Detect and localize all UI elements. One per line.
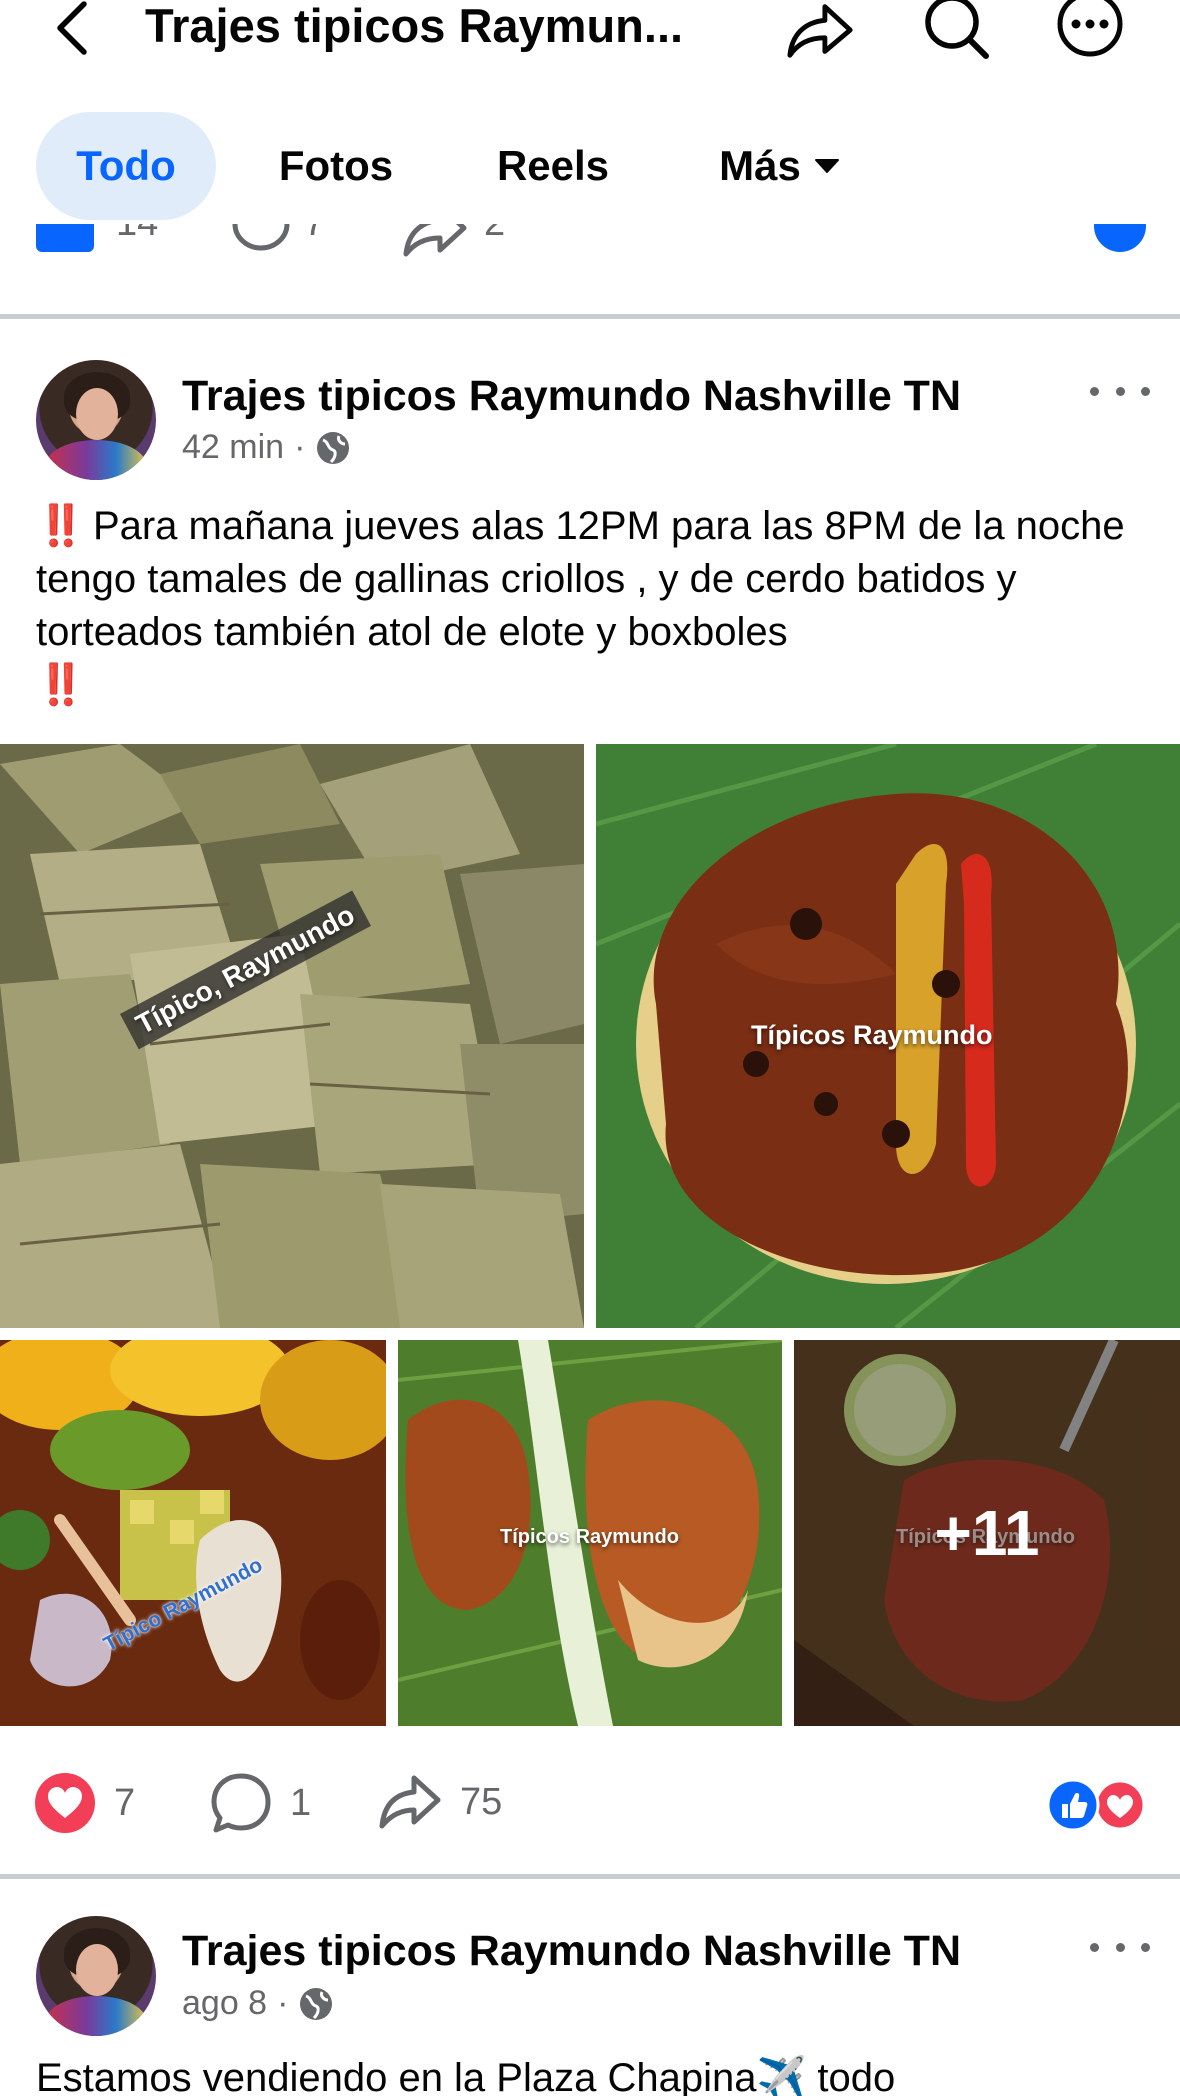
post-body: Para mañana jueves alas 12PM para las 8P… <box>36 504 1125 654</box>
previous-post-reaction-row: 14 7 2 <box>0 224 1180 316</box>
tab-label: Más <box>719 142 801 189</box>
comment-count: 1 <box>290 1781 312 1824</box>
tab-fotos[interactable]: Fotos <box>248 112 424 220</box>
comment-button[interactable]: 1 <box>210 1772 311 1834</box>
reaction-summary[interactable] <box>1046 1778 1146 1832</box>
love-count: 7 <box>114 1781 136 1824</box>
profile-tabs: Todo Fotos Reels Más <box>0 112 1180 224</box>
search-icon <box>925 0 989 59</box>
heart-icon <box>35 1773 95 1833</box>
share-count: 75 <box>460 1780 503 1823</box>
comment-icon <box>211 1773 271 1833</box>
more-icon <box>1057 0 1123 57</box>
photo-watermark: Típicos Raymundo <box>751 1020 993 1050</box>
meta-separator: · <box>294 428 306 466</box>
post-time[interactable]: 42 min <box>182 428 284 467</box>
like-count: 14 <box>116 224 158 245</box>
ingredients-image <box>0 1340 386 1726</box>
avatar[interactable] <box>36 1916 156 2036</box>
double-exclamation-emoji: ‼️ <box>36 663 86 707</box>
double-exclamation-emoji: ‼️ <box>36 504 86 548</box>
caret-down-icon <box>814 159 839 173</box>
post-photo-5-more[interactable]: Típicos Raymundo +11 <box>794 1340 1180 1726</box>
tamales-image <box>0 744 584 1328</box>
top-app-bar: Trajes tipicos Raymun... <box>0 0 1180 90</box>
tab-label: Reels <box>496 142 610 189</box>
like-love-reaction-icons <box>1046 1778 1146 1832</box>
post-author[interactable]: Trajes tipicos Raymundo Nashville TN <box>182 1927 961 1976</box>
post-text: Estamos vendiendo en la Plaza Chapina✈️ … <box>36 2056 896 2096</box>
share-count: 2 <box>484 224 505 245</box>
tab-label: Fotos <box>278 142 394 189</box>
post-photo-4[interactable]: Típicos Raymundo <box>398 1340 782 1726</box>
tab-label: Todo <box>76 142 176 189</box>
post-photo-1[interactable]: Típico, Raymundo <box>0 744 584 1328</box>
post-divider <box>0 314 1180 319</box>
comment-icon[interactable] <box>230 224 292 258</box>
share-button[interactable] <box>786 0 856 60</box>
post-meta: 42 min · <box>182 428 351 467</box>
post-author[interactable]: Trajes tipicos Raymundo Nashville TN <box>182 372 961 421</box>
share-icon[interactable] <box>400 224 470 260</box>
meta-separator: · <box>277 1984 289 2022</box>
share-button[interactable]: 75 <box>378 1772 502 1832</box>
chevron-left-icon <box>57 1 87 55</box>
post-more-button[interactable] <box>1090 1932 1150 1962</box>
share-icon <box>379 1775 441 1829</box>
page-title: Trajes tipicos Raymun... <box>145 0 684 52</box>
share-icon <box>787 4 853 58</box>
post-more-button[interactable] <box>1090 376 1150 406</box>
more-options-button[interactable] <box>1056 0 1126 60</box>
more-photos-count: +11 <box>934 1497 1040 1569</box>
globe-icon <box>300 1987 333 2020</box>
more-photos-overlay[interactable]: +11 <box>794 1340 1180 1726</box>
comment-count: 7 <box>304 224 325 245</box>
post-photo-3[interactable]: Típico Raymundo <box>0 1340 386 1726</box>
post-reaction-bar: 7 1 75 <box>0 1756 1180 1846</box>
tab-mas[interactable]: Más <box>690 112 870 220</box>
post-text: ‼️ Para mañana jueves alas 12PM para las… <box>36 500 1156 712</box>
tab-todo[interactable]: Todo <box>36 112 216 220</box>
avatar[interactable] <box>36 360 156 480</box>
like-icon[interactable] <box>36 224 94 252</box>
post-photo-2[interactable]: Típicos Raymundo <box>596 744 1180 1328</box>
tab-reels[interactable]: Reels <box>468 112 638 220</box>
like-reaction-badge-icon <box>1094 224 1146 252</box>
search-button[interactable] <box>922 0 992 60</box>
post-divider <box>0 1874 1180 1879</box>
photo-watermark: Típicos Raymundo <box>500 1526 679 1548</box>
globe-icon <box>317 431 350 464</box>
love-reaction[interactable]: 7 <box>34 1772 135 1834</box>
back-button[interactable] <box>46 0 96 55</box>
post-meta: ago 8 · <box>182 1984 334 2023</box>
post-time[interactable]: ago 8 <box>182 1984 267 2023</box>
